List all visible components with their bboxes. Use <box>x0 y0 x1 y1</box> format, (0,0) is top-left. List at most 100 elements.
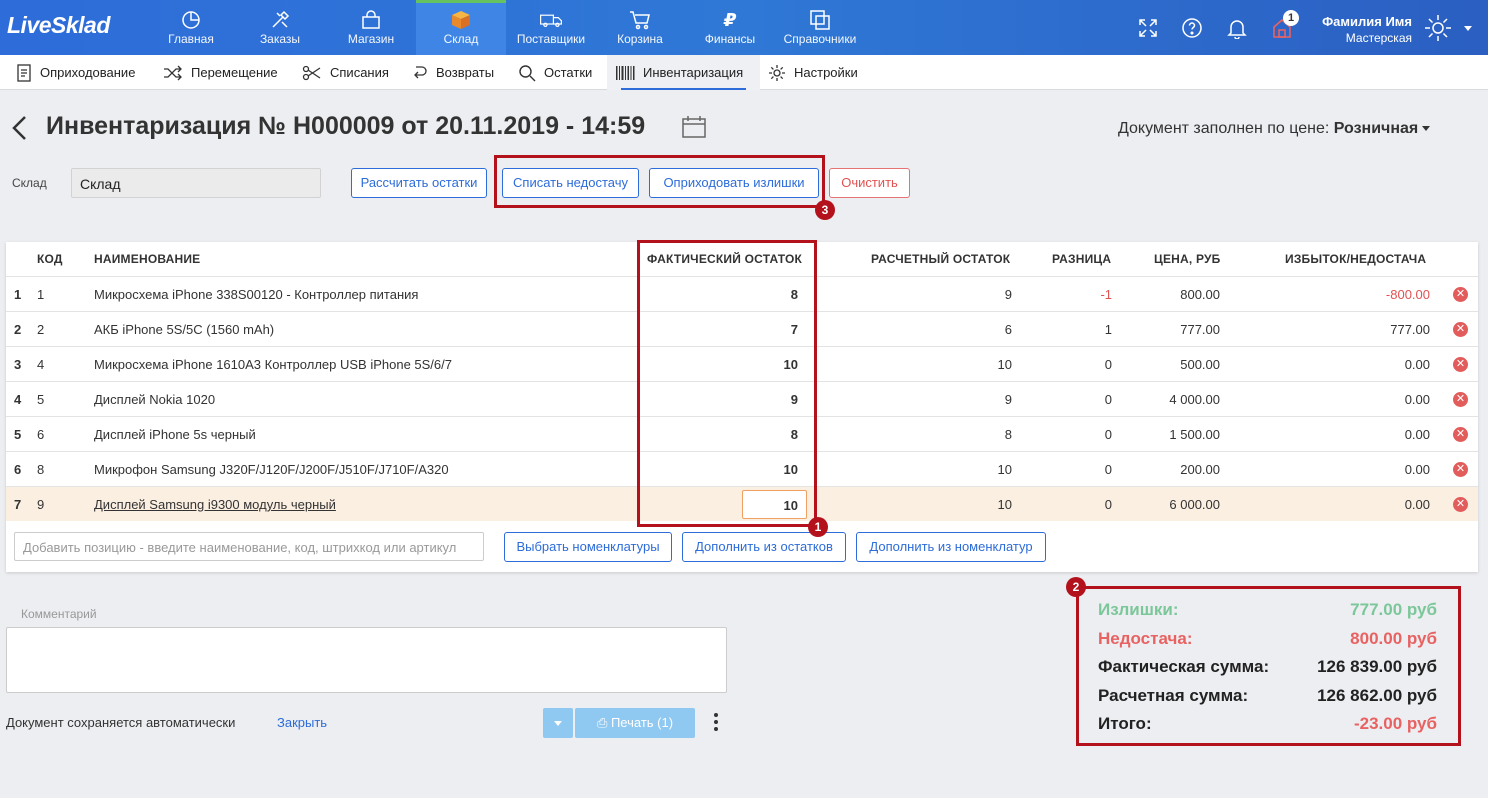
choose-nomenclature-button[interactable]: Выбрать номенклатуры <box>504 532 672 562</box>
col-header-actual[interactable]: ФАКТИЧЕСКИЙ ОСТАТОК <box>647 252 802 266</box>
nav-label: Финансы <box>704 32 756 46</box>
comment-textarea[interactable] <box>6 627 727 693</box>
row-actual[interactable]: 10 <box>784 462 798 477</box>
col-header-code[interactable]: КОД <box>37 252 63 266</box>
receive-surplus-button[interactable]: Оприходовать излишки <box>649 168 819 198</box>
help-icon[interactable] <box>1180 16 1204 40</box>
nav-finance[interactable]: ₽ Финансы <box>700 0 760 55</box>
delete-row-icon[interactable]: ✕ <box>1453 287 1468 302</box>
row-price: 777.00 <box>1180 322 1220 337</box>
delete-row-icon[interactable]: ✕ <box>1453 427 1468 442</box>
top-navbar: LiveSklad Главная Заказы Магазин Склад П… <box>0 0 1488 55</box>
row-actual[interactable]: 8 <box>791 427 798 442</box>
delete-row-icon[interactable]: ✕ <box>1453 322 1468 337</box>
subnav-settings[interactable]: Настройки <box>768 55 858 90</box>
nav-home[interactable]: Главная <box>160 0 222 55</box>
row-code: 8 <box>37 462 45 477</box>
subnav-receipts[interactable]: Оприходование <box>16 55 135 90</box>
nav-orders[interactable]: Заказы <box>250 0 310 55</box>
fill-from-nomenclature-button[interactable]: Дополнить из номенклатур <box>856 532 1046 562</box>
box-icon <box>449 9 473 31</box>
nav-cart[interactable]: Корзина <box>610 0 670 55</box>
row-code: 1 <box>37 287 45 302</box>
delete-row-icon[interactable]: ✕ <box>1453 497 1468 512</box>
row-calc: 10 <box>997 462 1012 477</box>
table-row[interactable]: 1 1 Микросхема iPhone 338S00120 - Контро… <box>6 276 1478 311</box>
surplus-value: 777.00 руб <box>1350 600 1437 619</box>
row-actual[interactable]: 7 <box>791 322 798 337</box>
settings-gear-icon[interactable] <box>1422 12 1454 44</box>
row-name[interactable]: Микросхема iPhone 338S00120 - Контроллер… <box>94 287 418 302</box>
price-type-value: Розничная <box>1333 120 1419 137</box>
scissors-icon <box>302 65 321 80</box>
delete-row-icon[interactable]: ✕ <box>1453 357 1468 372</box>
row-name[interactable]: Микрофон Samsung J320F/J120F/J200F/J510F… <box>94 462 449 477</box>
row-surplus: 0.00 <box>1404 462 1430 477</box>
close-link[interactable]: Закрыть <box>277 715 327 730</box>
row-actual[interactable]: 8 <box>791 287 798 302</box>
inventory-table: КОД НАИМЕНОВАНИЕ ФАКТИЧЕСКИЙ ОСТАТОК РАС… <box>6 242 1478 572</box>
subnav-stock[interactable]: Остатки <box>518 55 592 90</box>
col-header-diff[interactable]: РАЗНИЦА <box>1052 252 1111 266</box>
col-header-price[interactable]: ЦЕНА, РУБ <box>1154 252 1221 266</box>
app-logo[interactable]: LiveSklad <box>7 12 110 39</box>
notification-badge: 1 <box>1283 10 1299 26</box>
row-name[interactable]: Микросхема iPhone 1610A3 Контроллер USB … <box>94 357 452 372</box>
row-number: 2 <box>14 322 22 337</box>
delete-row-icon[interactable]: ✕ <box>1453 392 1468 407</box>
print-button[interactable]: ⎙ Печать (1) <box>575 708 695 738</box>
chart-pie-icon <box>179 9 203 31</box>
page-title: Инвентаризация № Н000009 от 20.11.2019 -… <box>46 112 646 140</box>
calendar-icon[interactable] <box>681 115 707 139</box>
nav-suppliers[interactable]: Поставщики <box>512 0 590 55</box>
row-name[interactable]: Дисплей iPhone 5s черный <box>94 427 256 442</box>
table-row[interactable]: 3 4 Микросхема iPhone 1610A3 Контроллер … <box>6 346 1478 381</box>
warehouse-field[interactable]: Склад <box>71 168 321 198</box>
nav-references[interactable]: Справочники <box>778 0 862 55</box>
nav-warehouse[interactable]: Склад <box>416 0 506 55</box>
surplus-label: Излишки: <box>1098 600 1179 619</box>
row-name[interactable]: Дисплей Samsung i9300 модуль черный <box>94 497 336 512</box>
nav-shop[interactable]: Магазин <box>338 0 404 55</box>
write-off-shortage-button[interactable]: Списать недостачу <box>502 168 639 198</box>
table-row[interactable]: 4 5 Дисплей Nokia 1020 9 9 0 4 000.00 0.… <box>6 381 1478 416</box>
calc-sum-label: Расчетная сумма: <box>1098 686 1249 705</box>
row-actual[interactable]: 9 <box>791 392 798 407</box>
clear-button[interactable]: Очистить <box>829 168 910 198</box>
row-price: 4 000.00 <box>1169 392 1220 407</box>
user-role: Мастерская <box>1345 31 1412 45</box>
user-name[interactable]: Фамилия Имя <box>1316 14 1412 29</box>
document-icon <box>17 63 31 82</box>
calc-stock-button[interactable]: Рассчитать остатки <box>351 168 487 198</box>
subnav-returns[interactable]: Возвраты <box>412 55 494 90</box>
row-actual[interactable]: 10 <box>784 357 798 372</box>
row-code: 2 <box>37 322 45 337</box>
table-row[interactable]: 2 2 АКБ iPhone 5S/5C (1560 mAh) 7 6 1 77… <box>6 311 1478 346</box>
col-header-name[interactable]: НАИМЕНОВАНИЕ <box>94 252 200 266</box>
price-type-selector[interactable]: Документ заполнен по цене: Розничная <box>1118 120 1431 138</box>
table-row[interactable]: 5 6 Дисплей iPhone 5s черный 8 8 0 1 500… <box>6 416 1478 451</box>
add-position-input[interactable]: Добавить позицию - введите наименование,… <box>14 532 484 561</box>
print-options-dropdown[interactable] <box>543 708 573 738</box>
col-header-calc[interactable]: РАСЧЕТНЫЙ ОСТАТОК <box>871 252 1010 266</box>
delete-row-icon[interactable]: ✕ <box>1453 462 1468 477</box>
table-row-selected[interactable]: 7 9 Дисплей Samsung i9300 модуль черный … <box>6 486 1478 521</box>
more-options-icon[interactable] <box>712 713 720 733</box>
table-row[interactable]: 6 8 Микрофон Samsung J320F/J120F/J200F/J… <box>6 451 1478 486</box>
warehouse-label: Склад <box>12 176 47 190</box>
return-icon <box>414 65 427 78</box>
nav-label: Справочники <box>783 32 857 46</box>
subnav-inventory[interactable]: Инвентаризация <box>607 55 760 90</box>
subnav-transfer[interactable]: Перемещение <box>163 55 278 90</box>
fullscreen-icon[interactable] <box>1136 16 1160 40</box>
col-header-surplus[interactable]: ИЗБЫТОК/НЕДОСТАЧА <box>1285 252 1426 266</box>
fill-from-stock-button[interactable]: Дополнить из остатков <box>682 532 846 562</box>
back-arrow-icon[interactable] <box>10 114 30 142</box>
row-name[interactable]: АКБ iPhone 5S/5C (1560 mAh) <box>94 322 274 337</box>
chevron-down-icon[interactable] <box>1460 16 1476 40</box>
subnav-label: Перемещение <box>191 65 278 80</box>
bell-icon[interactable] <box>1225 16 1249 40</box>
actual-quantity-input[interactable]: 10 <box>742 490 807 519</box>
subnav-writeoffs[interactable]: Списания <box>302 55 389 90</box>
row-name[interactable]: Дисплей Nokia 1020 <box>94 392 215 407</box>
